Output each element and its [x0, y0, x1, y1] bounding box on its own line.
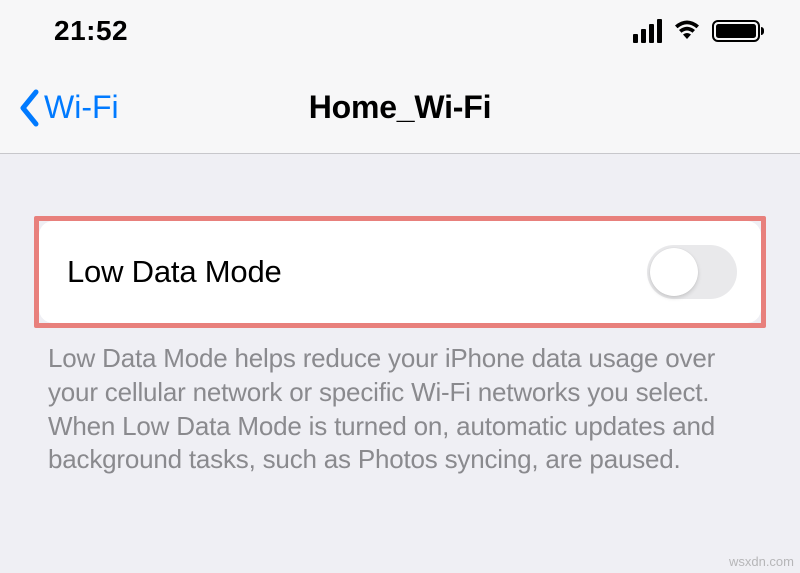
- chevron-left-icon: [18, 89, 40, 127]
- navigation-bar: Wi-Fi Home_Wi-Fi: [0, 62, 800, 154]
- back-label: Wi-Fi: [44, 89, 119, 126]
- setting-description: Low Data Mode helps reduce your iPhone d…: [0, 328, 800, 477]
- status-icons: [633, 18, 760, 45]
- wifi-icon: [672, 18, 702, 45]
- setting-label: Low Data Mode: [67, 254, 282, 290]
- low-data-mode-row[interactable]: Low Data Mode: [39, 221, 761, 323]
- status-bar: 21:52: [0, 0, 800, 62]
- back-button[interactable]: Wi-Fi: [18, 89, 119, 127]
- page-title: Home_Wi-Fi: [0, 89, 800, 126]
- low-data-mode-toggle[interactable]: [647, 245, 737, 299]
- cellular-icon: [633, 19, 662, 43]
- content-area: Low Data Mode Low Data Mode helps reduce…: [0, 154, 800, 477]
- watermark: wsxdn.com: [729, 554, 794, 569]
- status-time: 21:52: [54, 15, 128, 47]
- toggle-knob: [650, 248, 698, 296]
- battery-icon: [712, 20, 760, 42]
- highlighted-setting: Low Data Mode: [34, 216, 766, 328]
